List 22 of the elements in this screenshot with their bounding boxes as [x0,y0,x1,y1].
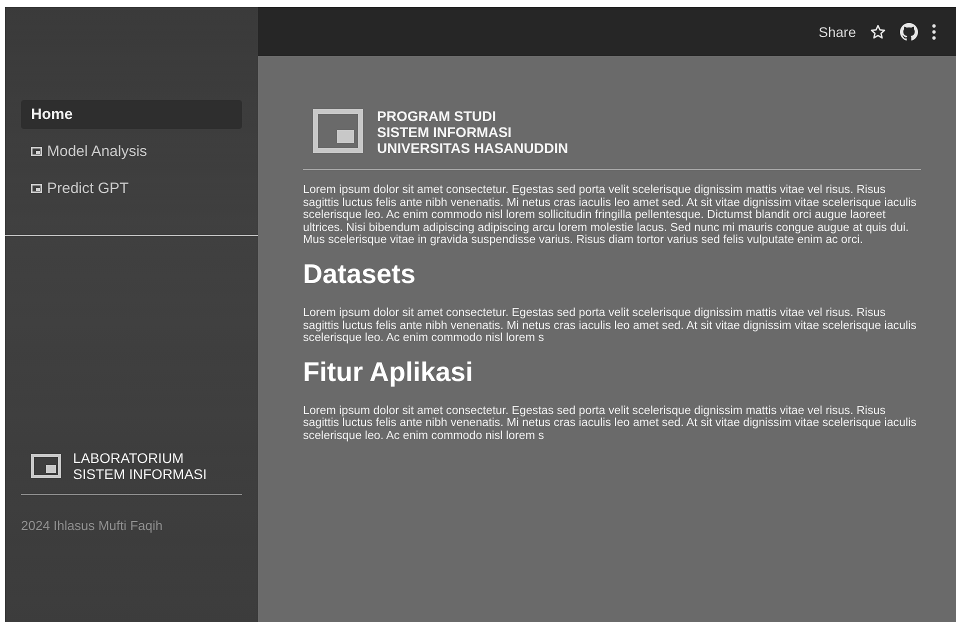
nav-item[interactable]: Home [21,100,242,129]
paragraph: Lorem ipsum dolor sit amet consectetur. Egestas sed porta velit scelerisque dignissim mattis vitae vel risus. Risus sagittis luctus felis ante nibh venenatis. Mi netus cras iaculis leo amet sed. At sit vitae dignissim vitae scelerisque iaculis scelerisque leo. Ac enim commodo nisl lorem s [303,404,918,443]
window-icon [31,184,42,193]
header-title: UNIVERSITAS HASANUDDIN [377,140,568,156]
footer-text: 2024 Ihlasus Mufti Faqih [21,518,163,533]
paragraph: Lorem ipsum dolor sit amet consectetur. Egestas sed porta velit scelerisque dignissim mattis vitae vel risus. Risus sagittis luctus felis ante nibh venenatis. Mi netus cras iaculis leo amet sed. At sit vitae dignissim vitae scelerisque iaculis scelerisque leo. Ac enim commodo nisl lorem sollicitudin fringilla pellentesque. Dictumst blandit orci augue laoreet ultrices. Nisi bibendum adipiscing adipiscing arcu lorem molestie lacus. Sed nunc mi mauris congue augue at quis dui. Mus scelerisque vitae in gravida suspendisse varius. Risus diam tortor varius sed felis vulputate enim ac orci. [303,184,918,247]
share-button[interactable]: Share [818,24,856,40]
section-heading: Fitur Aplikasi [303,356,474,387]
more-icon[interactable] [932,24,936,40]
window-icon [313,109,363,153]
brand-title: SISTEM INFORMASI [73,466,207,482]
github-icon[interactable] [900,22,918,40]
header-title: PROGRAM STUDI [377,108,497,124]
window-icon [31,454,61,478]
window-icon [31,147,42,156]
header-title: SISTEM INFORMASI [377,124,513,140]
brand-title: LABORATORIUM [73,450,185,466]
section-heading: Datasets [303,258,417,289]
nav-item[interactable]: Predict GPT [21,174,242,203]
nav-item[interactable]: Model Analysis [21,137,242,166]
paragraph: Lorem ipsum dolor sit amet consectetur. Egestas sed porta velit scelerisque dignissim mattis vitae vel risus. Risus sagittis luctus felis ante nibh venenatis. Mi netus cras iaculis leo amet sed. At sit vitae dignissim vitae scelerisque iaculis scelerisque leo. Ac enim commodo nisl lorem s [303,306,918,345]
star-icon[interactable] [870,24,886,40]
